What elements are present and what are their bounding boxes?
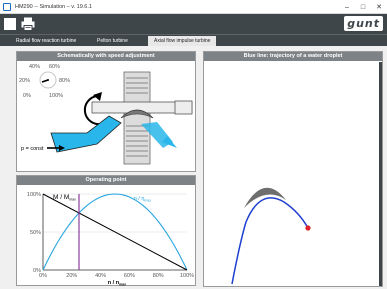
operating-point-panel: Operating point 100% 50% 0% 0% 20% 40% 60% 80%… xyxy=(16,175,196,286)
trajectory-panel: Blue line: trajectory of a water droplet xyxy=(203,51,383,287)
toolbar: gunt xyxy=(0,14,387,34)
window-title: HM290 -- Simulation – v. 19.6.1 xyxy=(15,3,92,10)
y-tick-label: 50% xyxy=(30,230,41,236)
title-bar: HM290 -- Simulation – v. 19.6.1 – □ ✕ xyxy=(0,0,387,14)
dial-label-100: 100% xyxy=(49,93,63,99)
pressure-label: p = const xyxy=(21,146,44,152)
tab-pelton-turbine[interactable]: Pelton turbine xyxy=(91,36,134,46)
torque-label: M / Mmax xyxy=(53,194,76,202)
x-tick-label: 80% xyxy=(153,273,164,279)
scrollbar[interactable] xyxy=(379,62,382,286)
x-axis-label: n / nmax xyxy=(108,280,126,286)
water-droplet xyxy=(305,225,311,231)
trajectory-title: Blue line: trajectory of a water droplet xyxy=(204,52,382,61)
blade-shape xyxy=(244,187,286,208)
efficiency-label: η / ηmax xyxy=(134,196,152,203)
x-tick-label: 100% xyxy=(180,273,194,279)
close-button[interactable]: ✕ xyxy=(370,0,387,14)
dial-label-80: 80% xyxy=(59,78,70,84)
y-tick-label: 100% xyxy=(27,192,41,198)
print-icon[interactable] xyxy=(21,17,35,31)
app-icon xyxy=(3,2,11,11)
gunt-logo: gunt xyxy=(344,16,383,31)
stop-icon[interactable] xyxy=(4,18,16,30)
x-tick-label: 60% xyxy=(124,273,135,279)
application-window: HM290 -- Simulation – v. 19.6.1 – □ ✕ gu… xyxy=(0,0,387,289)
x-tick-label: 0% xyxy=(39,273,47,279)
operating-point-title: Operating point xyxy=(17,176,195,185)
schematic-drawing: 40% 60% 20% 80% 0% 100% p = const xyxy=(19,64,193,165)
dial-label-40: 40% xyxy=(29,64,40,70)
trajectory-drawing xyxy=(231,187,311,285)
schematic-panel: Schematically with speed adjustment 40% … xyxy=(16,51,196,172)
operating-point-chart: 100%50%0% 0% 20% 40% 60% 80% 100% M / Mmax η … xyxy=(27,192,194,286)
x-tick-label: 40% xyxy=(95,273,106,279)
dial-label-0: 0% xyxy=(23,93,31,99)
schematic-title: Schematically with speed adjustment xyxy=(17,52,195,61)
dial-label-20: 20% xyxy=(19,78,30,84)
tab-axial-flow-impulse-turbine[interactable]: Axial flow impulse turbine xyxy=(148,36,217,46)
x-tick-label: 20% xyxy=(66,273,77,279)
dial-label-60: 60% xyxy=(49,64,60,70)
tab-radial-flow-reaction-turbine[interactable]: Radial flow reaction turbine xyxy=(10,36,82,46)
droplet-trajectory xyxy=(231,197,309,285)
turbine-runner xyxy=(123,71,151,165)
speed-dial[interactable] xyxy=(39,71,57,89)
tab-bar: Radial flow reaction turbine Pelton turb… xyxy=(0,34,387,46)
